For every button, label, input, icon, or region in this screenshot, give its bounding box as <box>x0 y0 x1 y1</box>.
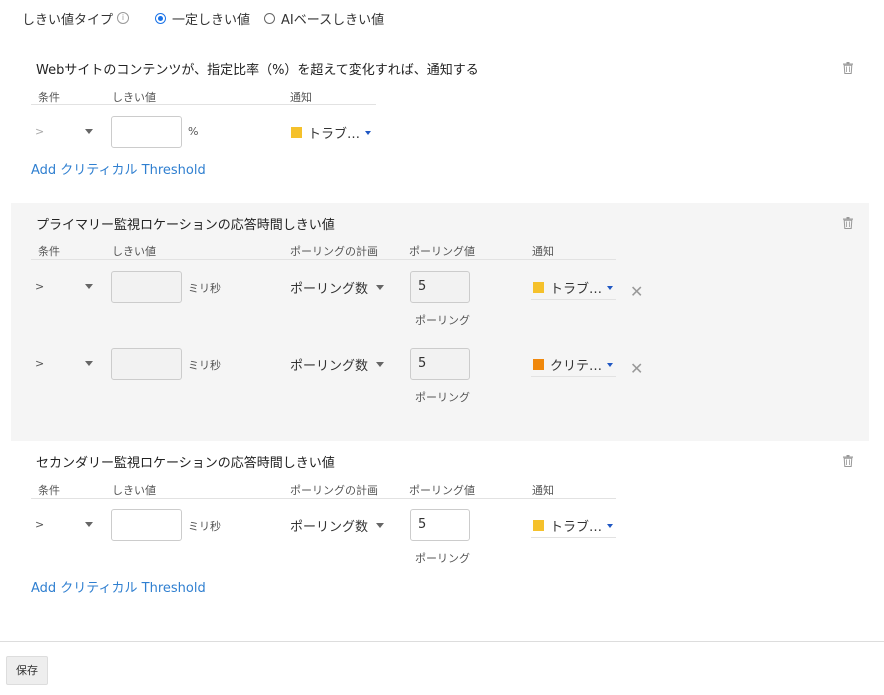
threshold-unit: ミリ秒 <box>188 520 221 533</box>
poll-plan-label: ポーリング数 <box>290 282 369 297</box>
col-header-condition: 条件 <box>38 484 60 497</box>
radio-ai-threshold[interactable]: AIベースしきい値 <box>264 9 384 28</box>
footer-divider <box>0 641 884 642</box>
col-header-poll-value: ポーリング値 <box>409 484 475 497</box>
save-button[interactable]: 保存 <box>6 656 48 685</box>
notify-select-label: トラブ… <box>550 282 603 297</box>
header-divider <box>31 104 376 105</box>
add-critical-threshold-link[interactable]: Add クリティカル Threshold <box>31 577 206 596</box>
radio-selected-icon[interactable] <box>155 12 167 24</box>
notify-underline <box>531 299 616 300</box>
notify-dropdown-caret-icon[interactable] <box>607 285 614 290</box>
notify-select-label: クリテ… <box>550 359 603 374</box>
condition-dropdown-caret-icon[interactable] <box>85 361 93 366</box>
delete-section-icon[interactable] <box>843 217 853 229</box>
threshold-input[interactable] <box>111 348 182 380</box>
notify-dropdown-caret-icon[interactable] <box>607 362 614 367</box>
notify-select[interactable]: トラブ… <box>533 278 614 297</box>
radio-unselected-icon[interactable] <box>264 12 276 24</box>
notify-select-label: トラブ… <box>308 127 361 142</box>
threshold-unit: ミリ秒 <box>188 359 221 372</box>
threshold-type-label: しきい値タイプ <box>22 12 114 28</box>
threshold-input[interactable] <box>111 116 182 148</box>
condition-dropdown-caret-icon[interactable] <box>85 129 93 134</box>
poll-plan-caret-icon[interactable] <box>376 523 385 528</box>
notify-select[interactable]: クリテ… <box>533 355 614 374</box>
threshold-type-row: しきい値タイプ i 一定しきい値 AIベースしきい値 <box>22 8 384 28</box>
threshold-unit: % <box>188 125 199 138</box>
delete-section-icon[interactable] <box>843 455 853 467</box>
poll-plan-select[interactable]: ポーリング数 <box>290 516 385 535</box>
poll-plan-select[interactable]: ポーリング数 <box>290 278 385 297</box>
condition-operator[interactable]: > <box>35 357 44 370</box>
col-header-poll-plan: ポーリングの計画 <box>290 484 378 497</box>
header-divider <box>31 259 616 260</box>
radio-fixed-threshold-label: 一定しきい値 <box>172 12 251 28</box>
section-title-primary-response: プライマリー監視ロケーションの応答時間しきい値 <box>36 218 335 233</box>
poll-plan-caret-icon[interactable] <box>376 362 385 367</box>
trouble-color-swatch <box>291 127 302 138</box>
poll-plan-caret-icon[interactable] <box>376 285 385 290</box>
col-header-threshold: しきい値 <box>112 484 156 497</box>
col-header-condition: 条件 <box>38 91 60 104</box>
condition-dropdown-caret-icon[interactable] <box>85 284 93 289</box>
col-header-poll-plan: ポーリングの計画 <box>290 245 378 258</box>
poll-caption: ポーリング <box>415 552 470 565</box>
info-icon[interactable]: i <box>117 12 130 24</box>
col-header-poll-value: ポーリング値 <box>409 245 475 258</box>
remove-row-icon[interactable]: ✕ <box>630 361 643 377</box>
col-header-threshold: しきい値 <box>112 91 156 104</box>
notify-underline <box>531 376 616 377</box>
notify-select[interactable]: トラブ… <box>533 516 614 535</box>
notify-dropdown-caret-icon[interactable] <box>365 130 372 135</box>
col-header-notify: 通知 <box>532 245 554 258</box>
poll-plan-label: ポーリング数 <box>290 520 369 535</box>
poll-caption: ポーリング <box>415 391 470 404</box>
col-header-condition: 条件 <box>38 245 60 258</box>
condition-operator[interactable]: > <box>35 518 44 531</box>
col-header-notify: 通知 <box>532 484 554 497</box>
section-title-secondary-response: セカンダリー監視ロケーションの応答時間しきい値 <box>36 456 335 471</box>
delete-section-icon[interactable] <box>843 62 853 74</box>
notify-select[interactable]: トラブ… <box>291 123 372 142</box>
threshold-unit: ミリ秒 <box>188 282 221 295</box>
section-title-content-change: Webサイトのコンテンツが、指定比率（%）を超えて変化すれば、通知する <box>36 63 479 78</box>
poll-value-input[interactable]: 5 <box>410 509 470 541</box>
notify-dropdown-caret-icon[interactable] <box>607 523 614 528</box>
threshold-input[interactable] <box>111 271 182 303</box>
condition-operator: > <box>35 125 45 138</box>
poll-plan-label: ポーリング数 <box>290 359 369 374</box>
poll-value-input[interactable]: 5 <box>410 348 470 380</box>
col-header-notify: 通知 <box>290 91 312 104</box>
condition-dropdown-caret-icon[interactable] <box>85 522 93 527</box>
condition-operator[interactable]: > <box>35 280 44 293</box>
poll-value-input[interactable]: 5 <box>410 271 470 303</box>
trouble-color-swatch <box>533 520 544 531</box>
critical-color-swatch <box>533 359 544 370</box>
poll-plan-select[interactable]: ポーリング数 <box>290 355 385 374</box>
notify-underline <box>531 537 616 538</box>
notify-select-label: トラブ… <box>550 520 603 535</box>
trouble-color-swatch <box>533 282 544 293</box>
remove-row-icon[interactable]: ✕ <box>630 284 643 300</box>
radio-ai-threshold-label: AIベースしきい値 <box>281 12 385 28</box>
col-header-threshold: しきい値 <box>112 245 156 258</box>
poll-caption: ポーリング <box>415 314 470 327</box>
threshold-input[interactable] <box>111 509 182 541</box>
add-critical-threshold-link[interactable]: Add クリティカル Threshold <box>31 159 206 178</box>
radio-fixed-threshold[interactable]: 一定しきい値 <box>155 9 250 28</box>
header-divider <box>31 498 616 499</box>
